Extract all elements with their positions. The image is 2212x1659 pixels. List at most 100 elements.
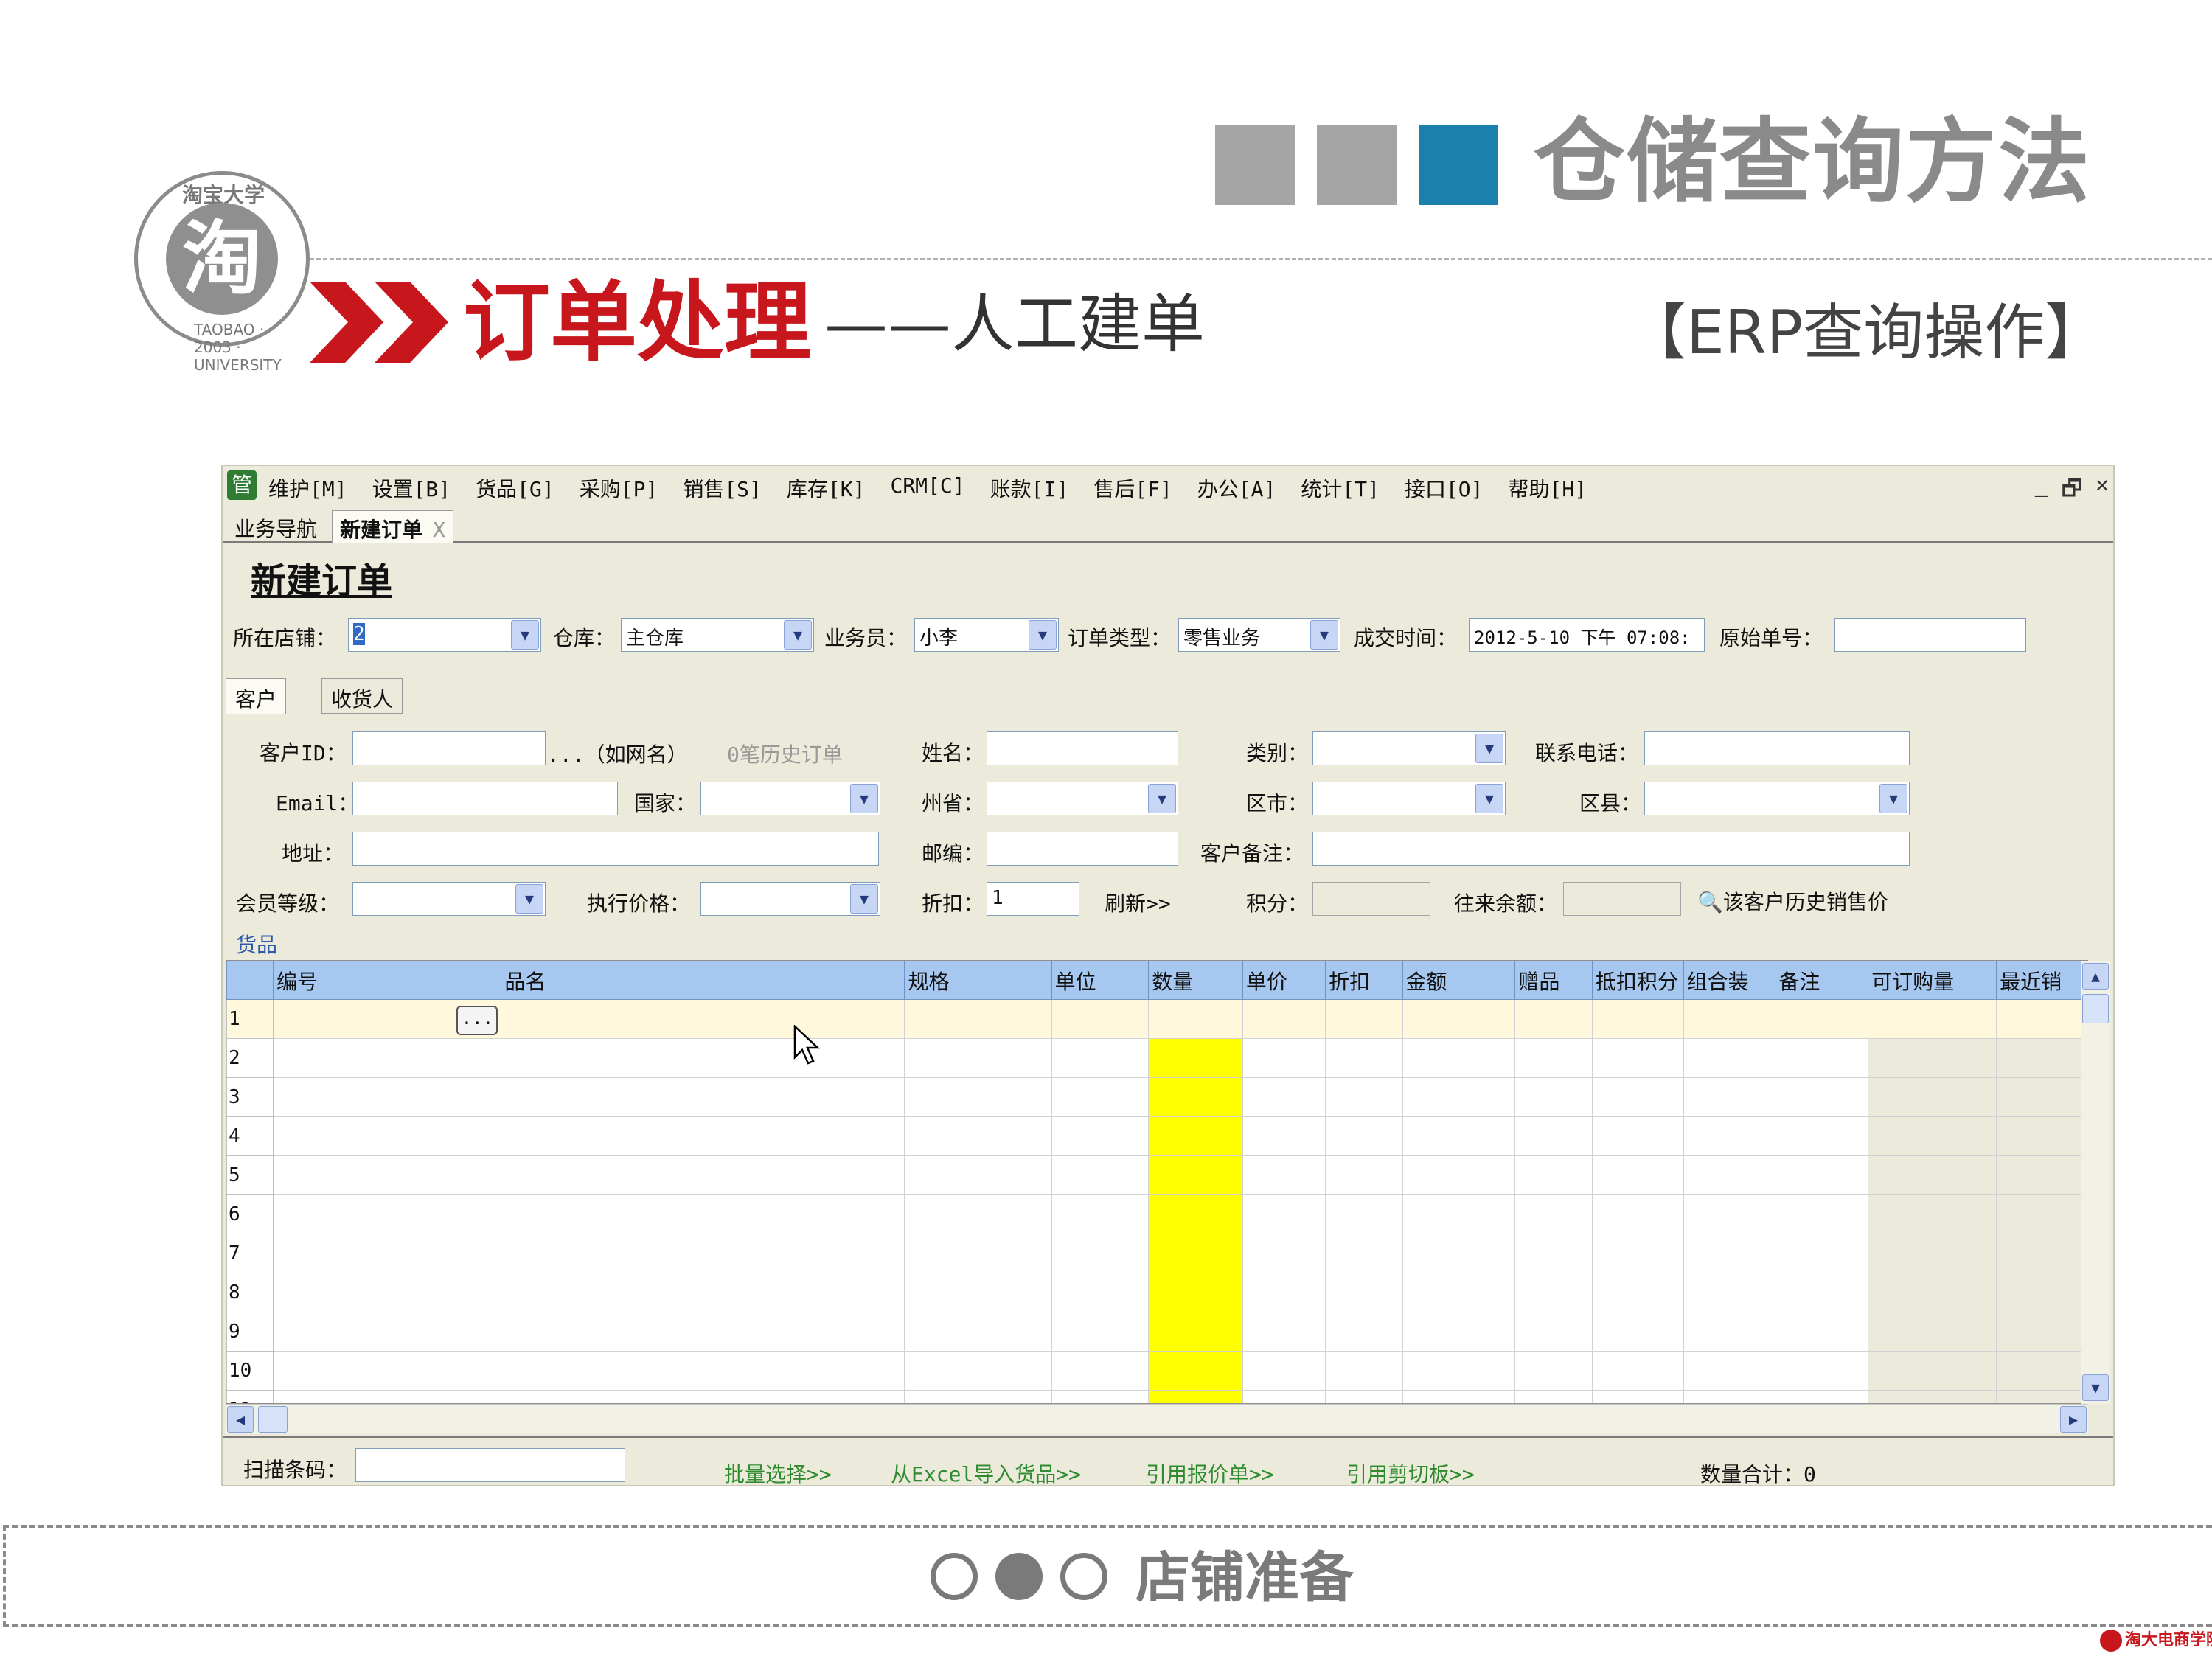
grid-cell[interactable] (1242, 1194, 1326, 1234)
grid-cell[interactable] (1325, 1390, 1403, 1403)
grid-cell[interactable] (272, 1194, 502, 1234)
grid-cell[interactable] (1683, 1116, 1776, 1156)
grid-cell[interactable] (1051, 1312, 1150, 1352)
grid-cell[interactable] (272, 1234, 502, 1273)
menu-settings[interactable]: 设置[B] (372, 473, 451, 503)
grid-cell[interactable] (1242, 1390, 1326, 1403)
grid-cell[interactable] (1591, 1273, 1684, 1312)
table-row[interactable]: 3 (226, 1077, 2087, 1117)
address-field[interactable] (352, 832, 879, 866)
grid-cell[interactable] (1591, 1234, 1684, 1273)
close-icon[interactable]: ✕ (2096, 472, 2109, 509)
grid-cell[interactable] (272, 1077, 502, 1117)
grid-cell[interactable] (1514, 1077, 1593, 1117)
grid-cell[interactable]: ... (272, 999, 502, 1039)
scroll-down-icon[interactable]: ▼ (2082, 1374, 2109, 1401)
grid-cell[interactable] (501, 1273, 905, 1312)
grid-cell[interactable] (1148, 999, 1243, 1039)
scroll-thumb[interactable] (2082, 994, 2109, 1023)
menu-help[interactable]: 帮助[H] (1509, 473, 1587, 503)
grid-cell[interactable] (1868, 1155, 1997, 1195)
grid-cell[interactable] (1148, 1234, 1243, 1273)
grid-cell[interactable] (1242, 1351, 1326, 1391)
menu-interface[interactable]: 接口[O] (1405, 473, 1484, 503)
menu-purchase[interactable]: 采购[P] (580, 473, 658, 503)
scroll-thumb-horizontal[interactable] (258, 1406, 288, 1433)
grid-cell[interactable] (272, 1312, 502, 1352)
customer-remark-field[interactable] (1312, 832, 1910, 866)
grid-cell[interactable] (1683, 1077, 1776, 1117)
grid-cell[interactable] (272, 1038, 502, 1078)
grid-cell[interactable] (904, 1390, 1052, 1403)
grid-cell[interactable] (1514, 1234, 1593, 1273)
grid-cell[interactable] (1514, 1038, 1593, 1078)
grid-cell[interactable] (1051, 1038, 1150, 1078)
province-select[interactable]: ▼ (987, 782, 1178, 815)
grid-cell[interactable] (1148, 1116, 1243, 1156)
vertical-scrollbar[interactable]: ▲ ▼ (2081, 961, 2110, 1404)
discount-field[interactable]: 1 (987, 882, 1079, 916)
chevron-down-icon[interactable]: ▼ (850, 784, 878, 813)
grid-cell[interactable] (904, 1194, 1052, 1234)
grid-cell[interactable] (904, 999, 1052, 1039)
grid-cell[interactable] (1591, 1312, 1684, 1352)
grid-cell[interactable] (1683, 1155, 1776, 1195)
orig-no-field[interactable] (1834, 618, 2026, 652)
grid-cell[interactable] (1051, 1390, 1150, 1403)
chevron-down-icon[interactable]: ▼ (1475, 734, 1503, 763)
grid-cell[interactable] (1868, 1116, 1997, 1156)
customer-id-field[interactable] (352, 731, 546, 765)
menu-after-sales[interactable]: 售后[F] (1093, 473, 1172, 503)
grid-cell[interactable] (1402, 1390, 1516, 1403)
col-remark[interactable]: 备注 (1775, 961, 1869, 1000)
grid-cell[interactable] (1591, 1038, 1684, 1078)
grid-cell[interactable] (1148, 1194, 1243, 1234)
grid-cell[interactable] (1402, 999, 1516, 1039)
col-quantity[interactable]: 数量 (1148, 961, 1243, 1000)
grid-cell[interactable] (1242, 1312, 1326, 1352)
grid-cell[interactable] (1514, 1312, 1593, 1352)
table-row[interactable]: 9 (226, 1312, 2087, 1352)
menu-goods[interactable]: 货品[G] (476, 473, 554, 503)
table-row[interactable]: 5 (226, 1155, 2087, 1195)
grid-cell[interactable] (1051, 999, 1150, 1039)
zip-field[interactable] (987, 832, 1178, 866)
grid-cell[interactable] (1775, 1234, 1869, 1273)
tab-new-order[interactable]: 新建订单 X (332, 510, 453, 543)
store-select[interactable]: 2 ▼ (348, 618, 541, 652)
grid-cell[interactable] (501, 1155, 905, 1195)
chevron-down-icon[interactable]: ▼ (1310, 620, 1338, 650)
grid-cell[interactable] (1591, 1155, 1684, 1195)
grid-cell[interactable] (1325, 1273, 1403, 1312)
chevron-down-icon[interactable]: ▼ (850, 884, 878, 914)
grid-cell[interactable] (1775, 1312, 1869, 1352)
grid-cell[interactable] (501, 1077, 905, 1117)
chevron-down-icon[interactable]: ▼ (1029, 620, 1057, 650)
grid-cell[interactable] (1996, 1155, 2087, 1195)
grid-cell[interactable] (1591, 1194, 1684, 1234)
grid-cell[interactable] (1148, 1155, 1243, 1195)
grid-cell[interactable] (501, 1116, 905, 1156)
quote-ref-link[interactable]: 引用报价单>> (1146, 1458, 1274, 1485)
grid-cell[interactable] (1591, 1390, 1684, 1403)
grid-cell[interactable] (1514, 1155, 1593, 1195)
menu-crm[interactable]: CRM[C] (890, 473, 964, 503)
grid-cell[interactable] (1868, 1077, 1997, 1117)
grid-cell[interactable] (1325, 1038, 1403, 1078)
grid-cell[interactable] (1996, 1273, 2087, 1312)
grid-cell[interactable] (272, 1116, 502, 1156)
grid-cell[interactable] (272, 1273, 502, 1312)
grid-cell[interactable] (1051, 1077, 1150, 1117)
grid-cell[interactable] (1683, 1038, 1776, 1078)
grid-cell[interactable] (904, 1155, 1052, 1195)
grid-cell[interactable] (1051, 1155, 1150, 1195)
menu-statistics[interactable]: 统计[T] (1301, 473, 1380, 503)
grid-cell[interactable] (1868, 1351, 1997, 1391)
grid-cell[interactable] (1242, 1116, 1326, 1156)
scroll-left-icon[interactable]: ◀ (227, 1406, 254, 1433)
grid-cell[interactable] (1868, 1273, 1997, 1312)
grid-cell[interactable] (1591, 1116, 1684, 1156)
grid-cell[interactable] (1402, 1312, 1516, 1352)
grid-cell[interactable] (1402, 1351, 1516, 1391)
grid-cell[interactable] (1148, 1390, 1243, 1403)
